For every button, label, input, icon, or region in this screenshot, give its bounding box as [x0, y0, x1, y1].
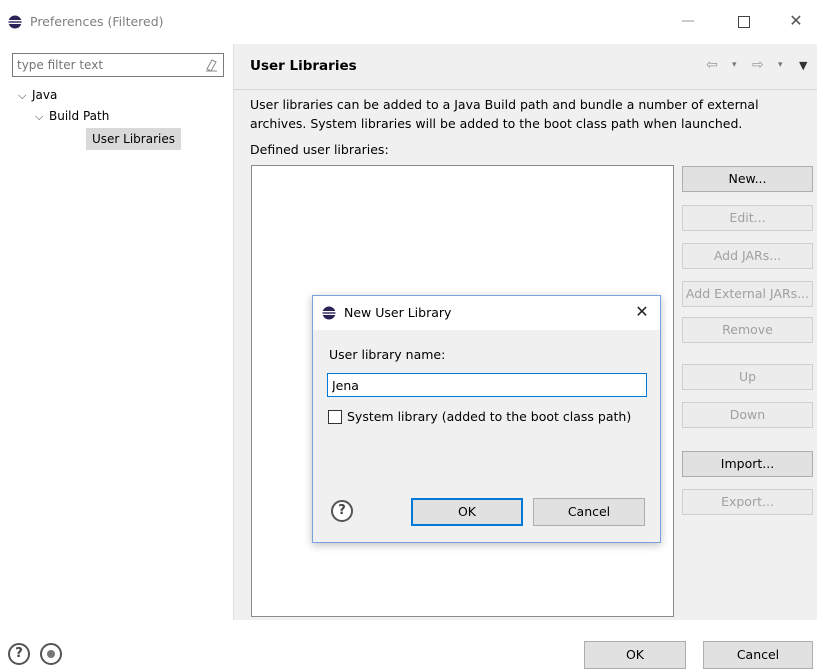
- filter-field[interactable]: [12, 53, 224, 77]
- system-library-checkbox[interactable]: [328, 410, 342, 424]
- dialog-close-button[interactable]: ✕: [632, 302, 652, 322]
- maximize-icon: [738, 16, 750, 28]
- dialog-footer: [0, 620, 817, 670]
- import-button[interactable]: Import...: [682, 451, 813, 477]
- dialog-body: User library name: System library (added…: [313, 330, 660, 542]
- dialog-cancel-button[interactable]: Cancel: [533, 498, 645, 526]
- dialog-title: New User Library: [344, 305, 452, 320]
- new-user-library-dialog: New User Library ✕ User library name: Sy…: [312, 295, 661, 543]
- page-title: User Libraries: [250, 58, 357, 74]
- library-name-label: User library name:: [329, 347, 446, 362]
- record-dot-icon: [47, 650, 55, 658]
- record-macro-icon[interactable]: [40, 643, 62, 665]
- eclipse-icon: [322, 306, 336, 320]
- forward-arrow-icon[interactable]: ⇨: [752, 57, 764, 73]
- tree-item-label: Build Path: [49, 109, 110, 123]
- window-title: Preferences (Filtered): [30, 14, 164, 29]
- library-name-input[interactable]: [327, 373, 647, 397]
- down-button[interactable]: Down: [682, 402, 813, 428]
- back-dropdown-icon[interactable]: ▾: [732, 60, 737, 70]
- chevron-down-icon[interactable]: ⌵: [35, 107, 49, 127]
- dialog-titlebar: New User Library ✕: [313, 296, 660, 330]
- back-arrow-icon[interactable]: ⇦: [706, 57, 718, 73]
- eclipse-icon: [8, 15, 22, 29]
- tree-item-label: Java: [32, 88, 58, 102]
- ok-button[interactable]: OK: [584, 641, 686, 669]
- chevron-down-icon[interactable]: ⌵: [18, 86, 32, 106]
- add-external-jars-button[interactable]: Add External JARs...: [682, 281, 813, 307]
- tree-item-java[interactable]: ⌵ Java: [18, 85, 57, 105]
- system-library-label[interactable]: System library (added to the boot class …: [347, 409, 631, 424]
- tree-item-user-libraries[interactable]: User Libraries: [86, 128, 181, 150]
- help-icon[interactable]: ?: [331, 500, 353, 522]
- up-button[interactable]: Up: [682, 364, 813, 390]
- maximize-button[interactable]: [732, 10, 756, 34]
- export-button[interactable]: Export...: [682, 489, 813, 515]
- cancel-button[interactable]: Cancel: [703, 641, 813, 669]
- filter-input[interactable]: [13, 54, 193, 76]
- new-button[interactable]: New...: [682, 166, 813, 192]
- clear-filter-icon[interactable]: [203, 57, 219, 73]
- defined-libraries-label: Defined user libraries:: [250, 142, 389, 157]
- page-description: archives. System libraries will be added…: [250, 116, 743, 131]
- minimize-button[interactable]: —: [676, 10, 700, 34]
- add-jars-button[interactable]: Add JARs...: [682, 243, 813, 269]
- forward-dropdown-icon[interactable]: ▾: [778, 60, 783, 70]
- help-icon[interactable]: ?: [8, 643, 30, 665]
- tree-item-build-path[interactable]: ⌵ Build Path: [35, 106, 109, 126]
- edit-button[interactable]: Edit...: [682, 205, 813, 231]
- view-menu-icon[interactable]: ▼: [799, 59, 807, 72]
- window-close-button[interactable]: ✕: [784, 10, 808, 34]
- page-description: User libraries can be added to a Java Bu…: [250, 97, 759, 112]
- remove-button[interactable]: Remove: [682, 317, 813, 343]
- dialog-ok-button[interactable]: OK: [411, 498, 523, 526]
